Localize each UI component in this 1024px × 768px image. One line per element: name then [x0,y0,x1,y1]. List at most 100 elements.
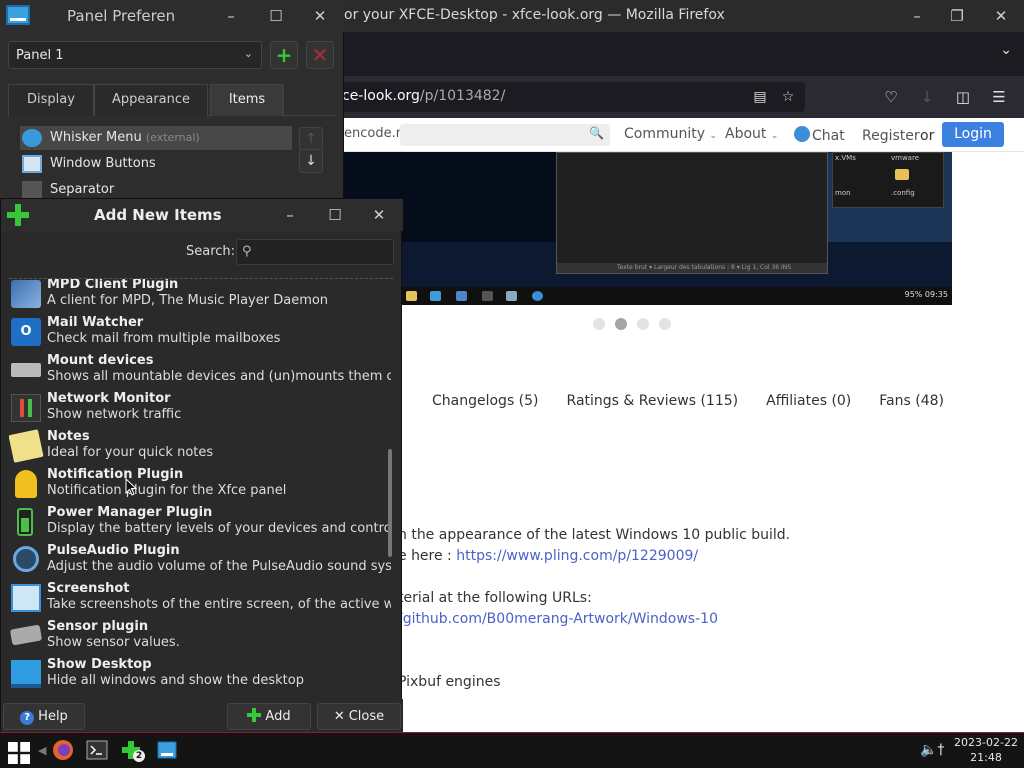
bookmark-star-icon[interactable]: ☆ [778,87,798,107]
clock[interactable]: 2023-02-22 21:48 [952,735,1020,765]
login-button[interactable]: Login [942,122,1004,147]
url-host: ce-look.org [342,88,420,104]
add-panel-button[interactable]: + [270,41,298,69]
site-search-prefix: encode.n [344,126,404,141]
search-icon[interactable]: 🔍 [589,126,604,140]
plugin-name: Sensor plugin [47,619,149,634]
plugin-desc: Show sensor values. [47,635,180,650]
list-item[interactable]: PulseAudio Plugin Adjust the audio volum… [9,541,393,579]
plugin-name: Network Monitor [47,391,171,406]
desc-line-5: Pixbuf engines [398,674,501,690]
close-button[interactable]: ✕ Close [317,703,401,730]
panel-preferences-taskbar-icon[interactable] [156,739,178,761]
list-item[interactable]: Notes Ideal for your quick notes [9,427,393,465]
close-icon: ✕ [333,709,345,724]
nav-community[interactable]: Community ⌄ [624,126,717,142]
extensions-icon[interactable]: ◫ [952,86,974,108]
move-up-button[interactable]: ↑ [299,127,323,151]
whisker-menu-icon [22,129,42,147]
terminal-icon[interactable] [86,739,108,761]
plugin-list[interactable]: MPD Client Plugin A client for MPD, The … [9,278,393,694]
move-down-button[interactable]: ↓ [299,149,323,173]
list-item[interactable]: Show Desktop Hide all windows and show t… [9,655,393,693]
panel-preferences-window: Panel Preferen – ☐ ✕ Panel 1 ⌄ + ✕ Displ… [0,0,344,200]
list-item[interactable]: Notification Plugin Notification plugin … [9,465,393,503]
search-input[interactable]: ⚲ [236,239,394,265]
panel-preferences-titlebar[interactable]: Panel Preferen – ☐ ✕ [0,0,344,32]
list-item[interactable]: Sensor plugin Show sensor values. [9,617,393,655]
url-bar[interactable]: ce-look.org/p/1013482/ ▤ ☆ [330,82,805,112]
list-item[interactable]: MPD Client Plugin A client for MPD, The … [9,279,393,313]
windows-start-icon[interactable] [8,742,30,764]
panel-select-value: Panel 1 [16,48,64,63]
pling-link[interactable]: https://www.pling.com/p/1229009/ [456,548,698,564]
minimize-icon[interactable]: – [906,5,928,27]
close-label: Close [348,709,385,724]
help-button[interactable]: ? Help [3,703,85,730]
close-icon[interactable]: ✕ [990,5,1012,27]
tab-ratings-reviews[interactable]: Ratings & Reviews (115) [567,393,739,409]
hamburger-menu-icon[interactable]: ☰ [988,86,1010,108]
screenshot-config-label: .config [891,189,915,197]
close-icon[interactable]: ✕ [309,5,331,27]
carousel-dot[interactable] [593,318,605,330]
minimize-icon[interactable]: – [279,204,301,226]
nav-chat[interactable]: Chat [794,126,845,144]
list-item[interactable]: Network Monitor Show network traffic [9,389,393,427]
plugin-desc: Show network traffic [47,407,182,422]
desc-line-2-prefix: e here : [398,548,457,564]
list-item[interactable]: Mount devices Shows all mountable device… [9,351,393,389]
carousel-dot[interactable] [637,318,649,330]
pocket-icon[interactable]: ♡ [880,86,902,108]
nav-about[interactable]: About ⌄ [725,126,778,142]
maximize-icon[interactable]: ☐ [265,5,287,27]
add-label: Add [265,709,291,724]
add-new-items-footer: ? Help Add ✕ Close [1,699,403,733]
maximize-icon[interactable]: ☐ [324,204,346,226]
screenshot-desktop: x.VMs vmware mon .config [828,152,952,242]
screenshot-taskbar: 95% 09:35 [400,287,952,305]
list-item[interactable]: O Mail Watcher Check mail from multiple … [9,313,393,351]
clock-date: 2023-02-22 [954,736,1018,749]
close-icon[interactable]: ✕ [368,204,390,226]
product-screenshot[interactable]: Texte brut ▾ Largeur des tabulations : 8… [344,152,952,305]
add-new-items-titlebar[interactable]: Add New Items – ☐ ✕ [1,199,403,231]
volume-muted-icon[interactable]: 🔈† [920,742,944,758]
panel-item-window-buttons[interactable]: Window Buttons [20,152,292,176]
plugin-name: Power Manager Plugin [47,505,213,520]
github-link[interactable]: /github.com/B00merang-Artwork/Windows-10 [398,609,718,630]
register-link[interactable]: Register [862,128,920,144]
plugin-list-scrollbar[interactable] [388,449,392,557]
carousel-dot[interactable] [659,318,671,330]
plugin-name: Show Desktop [47,657,152,672]
firefox-icon[interactable] [52,739,74,761]
tab-affiliates[interactable]: Affiliates (0) [766,393,851,409]
list-item[interactable]: Power Manager Plugin Display the battery… [9,503,393,541]
search-label: Search: [186,244,236,259]
add-button[interactable]: Add [227,703,311,730]
panel-item-label: Window Buttons [50,156,156,171]
site-search-input[interactable]: 🔍 [400,124,610,146]
download-icon[interactable]: ↓ [916,86,938,108]
reader-view-icon[interactable]: ▤ [750,87,770,107]
tab-fans[interactable]: Fans (48) [879,393,944,409]
panel-select[interactable]: Panel 1 ⌄ [8,41,262,69]
restore-icon[interactable]: ❐ [946,5,968,27]
tab-changelogs[interactable]: Changelogs (5) [432,393,539,409]
minimize-icon[interactable]: – [220,5,242,27]
plugin-desc: Take screenshots of the entire screen, o… [47,597,391,612]
list-item[interactable]: Screenshot Take screenshots of the entir… [9,579,393,617]
tab-appearance[interactable]: Appearance [94,84,208,116]
tab-display[interactable]: Display [8,84,94,116]
tab-items[interactable]: Items [210,84,284,116]
plugin-desc: Display the battery levels of your devic… [47,521,391,536]
panel-item-whisker-menu[interactable]: Whisker Menu (external) [20,126,292,150]
desktop-icon [11,660,41,688]
speaker-icon [13,546,39,572]
screenshot-vms-label: x.VMs [835,154,856,162]
plugin-desc: Adjust the audio volume of the PulseAudi… [47,559,391,574]
carousel-dot-active[interactable] [615,318,627,330]
chevron-down-icon[interactable]: ⌄ [1000,42,1012,58]
remove-panel-button[interactable]: ✕ [306,41,334,69]
screenshot-file-window: x.VMs vmware mon .config [832,152,944,208]
